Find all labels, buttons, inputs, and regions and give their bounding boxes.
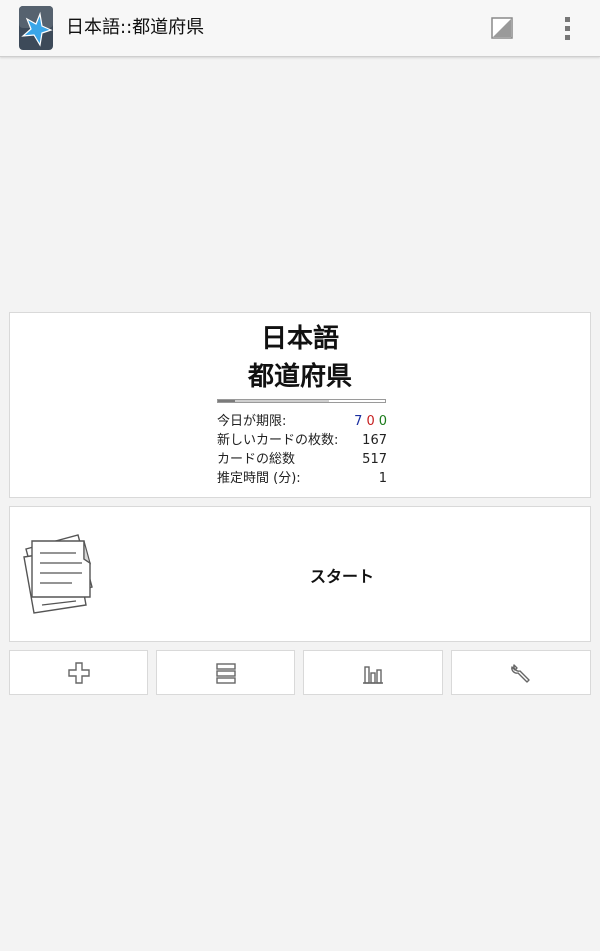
start-study-button[interactable]: スタート bbox=[9, 506, 591, 642]
stat-row-due: 今日が期限: 700 bbox=[217, 412, 387, 431]
deck-options-button[interactable] bbox=[451, 650, 591, 695]
add-icon bbox=[67, 661, 90, 684]
deck-title-line2: 都道府県 bbox=[247, 362, 352, 392]
progress-secondary-fill bbox=[235, 400, 329, 402]
due-learning-count: 0 bbox=[366, 414, 375, 429]
action-bar: 日本語::都道府県 bbox=[0, 0, 600, 57]
due-label: 今日が期限: bbox=[217, 414, 287, 429]
start-label: スタート bbox=[310, 567, 375, 586]
browse-button[interactable] bbox=[156, 650, 295, 695]
deck-progress-bar bbox=[217, 399, 386, 403]
overflow-menu-icon[interactable] bbox=[554, 12, 582, 44]
new-cards-value: 167 bbox=[362, 433, 387, 448]
est-time-value: 1 bbox=[378, 471, 387, 486]
deck-stats: 今日が期限: 700 新しいカードの枚数: 167 カードの総数 517 推定時… bbox=[217, 412, 387, 488]
add-card-button[interactable] bbox=[9, 650, 148, 695]
wrench-icon bbox=[511, 663, 530, 683]
statistics-icon bbox=[363, 665, 383, 684]
progress-reviewed-fill bbox=[218, 400, 235, 402]
app-title: 日本語::都道府県 bbox=[66, 17, 205, 38]
statistics-button[interactable] bbox=[303, 650, 443, 695]
deck-title-line1: 日本語 bbox=[260, 324, 339, 354]
deck-info-panel: 日本語 都道府県 今日が期限: 700 新しいカードの枚数: 167 カードの総… bbox=[9, 312, 591, 498]
browse-list-icon bbox=[215, 662, 236, 684]
total-cards-label: カードの総数 bbox=[217, 452, 296, 467]
due-counts: 700 bbox=[350, 412, 387, 431]
new-cards-label: 新しいカードの枚数: bbox=[217, 433, 339, 448]
stat-row-new-cards: 新しいカードの枚数: 167 bbox=[217, 431, 387, 450]
sync-status-icon[interactable] bbox=[488, 14, 516, 42]
due-review-count: 0 bbox=[378, 414, 387, 429]
due-new-count: 7 bbox=[354, 414, 363, 429]
ankidroid-star-icon[interactable] bbox=[18, 6, 54, 50]
total-cards-value: 517 bbox=[362, 452, 387, 467]
est-time-label: 推定時間 (分): bbox=[217, 471, 301, 486]
study-cards-icon bbox=[20, 527, 100, 619]
stat-row-total-cards: カードの総数 517 bbox=[217, 450, 387, 469]
stat-row-est-time: 推定時間 (分): 1 bbox=[217, 469, 387, 488]
